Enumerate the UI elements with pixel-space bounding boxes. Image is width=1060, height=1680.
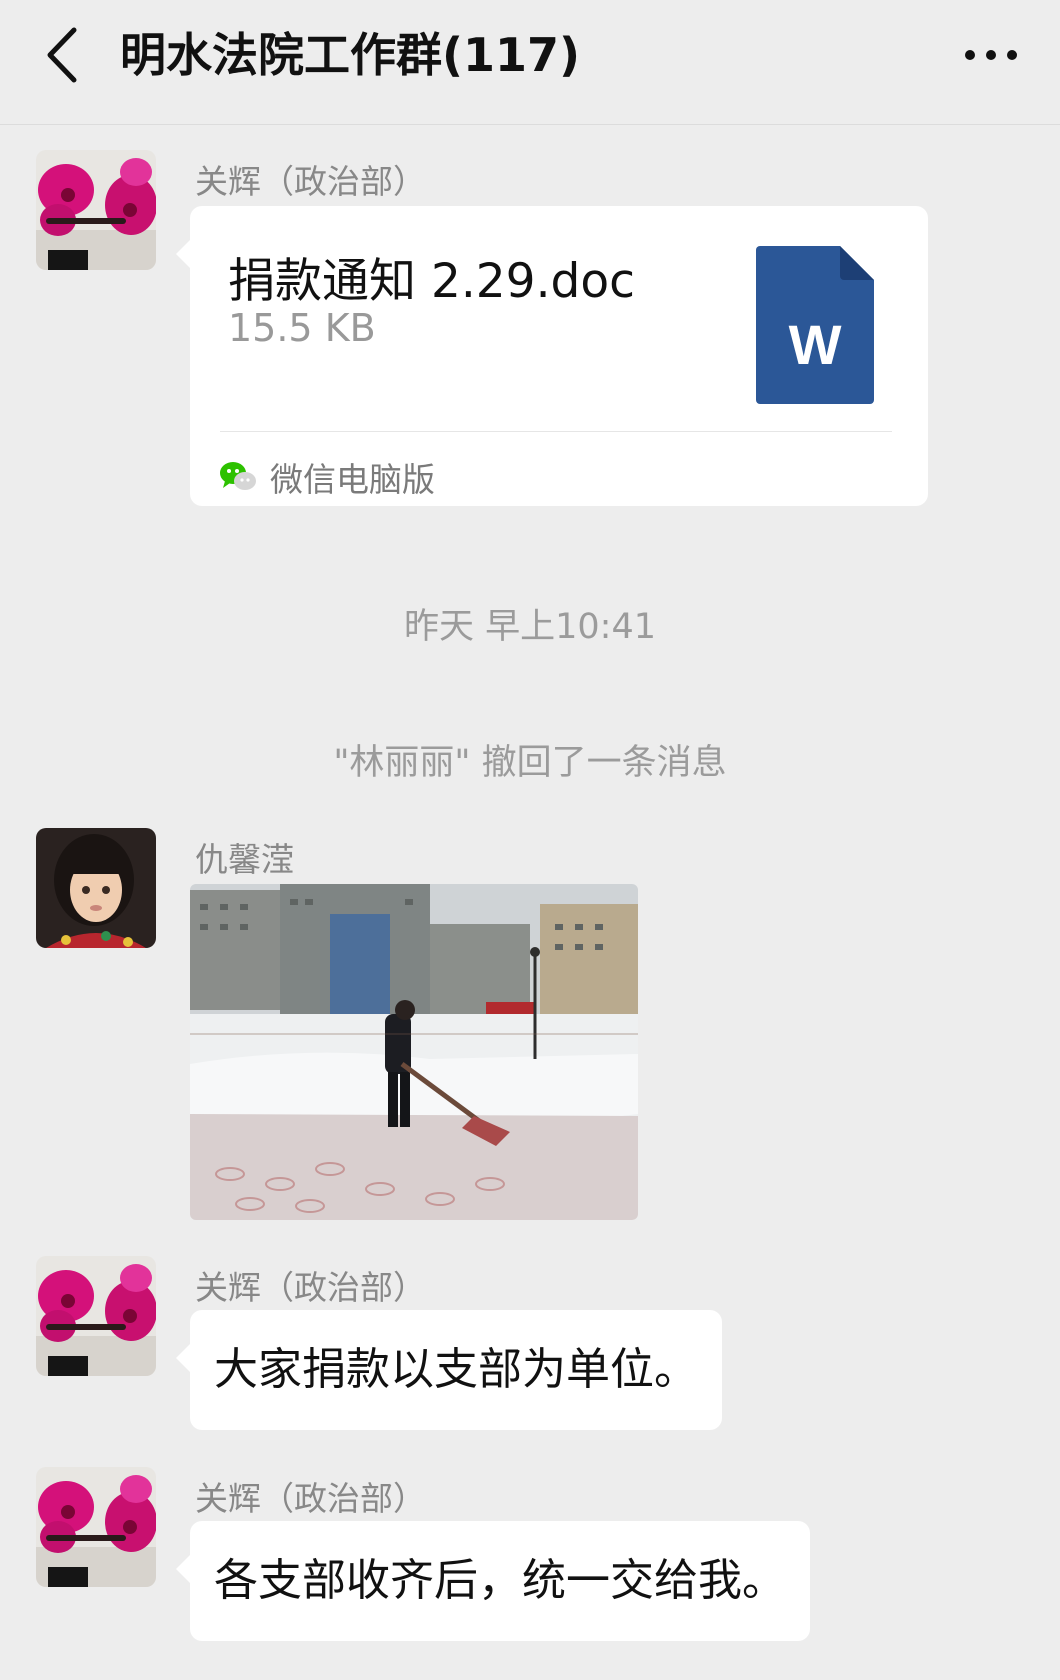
chat-header: 明水法院工作群(117) <box>0 0 1060 125</box>
recall-notice: "林丽丽" 撤回了一条消息 <box>333 743 727 783</box>
text-message-bubble[interactable]: 各支部收齐后，统一交给我。 <box>176 1521 810 1641</box>
sender-name: 仇馨滢 <box>195 840 294 879</box>
timestamp: 昨天 早上10:41 <box>404 607 656 647</box>
back-button[interactable] <box>32 18 92 92</box>
file-source-label: 微信电脑版 <box>270 460 435 499</box>
orchid-avatar-image <box>36 1256 156 1376</box>
sender-name: 关辉（政治部） <box>195 162 426 201</box>
file-name: 捐款通知 2.29.doc <box>228 254 635 309</box>
file-source: 微信电脑版 <box>220 452 435 502</box>
more-button[interactable] <box>956 30 1026 80</box>
file-badge-letter: W <box>789 313 842 376</box>
text-message-bubble[interactable]: 大家捐款以支部为单位。 <box>176 1310 722 1430</box>
wechat-icon <box>220 462 256 490</box>
more-dots-icon <box>965 50 1017 60</box>
file-message-bubble[interactable]: 捐款通知 2.29.doc 15.5 KB W 微信电脑版 <box>176 206 928 506</box>
divider <box>220 431 892 432</box>
image-message[interactable] <box>190 884 638 1220</box>
avatar[interactable] <box>36 150 156 270</box>
avatar[interactable] <box>36 828 156 948</box>
chevron-left-icon <box>47 27 77 83</box>
file-size: 15.5 KB <box>228 306 376 350</box>
snow-shoveling-photo <box>190 884 638 1220</box>
orchid-avatar-image <box>36 1467 156 1587</box>
orchid-avatar-image <box>36 150 156 270</box>
word-doc-icon: W <box>756 246 874 408</box>
sender-name: 关辉（政治部） <box>195 1479 426 1518</box>
sender-name: 关辉（政治部） <box>195 1268 426 1307</box>
avatar[interactable] <box>36 1467 156 1587</box>
avatar[interactable] <box>36 1256 156 1376</box>
girl-avatar-image <box>36 828 156 948</box>
chat-title: 明水法院工作群(117) <box>120 28 581 82</box>
